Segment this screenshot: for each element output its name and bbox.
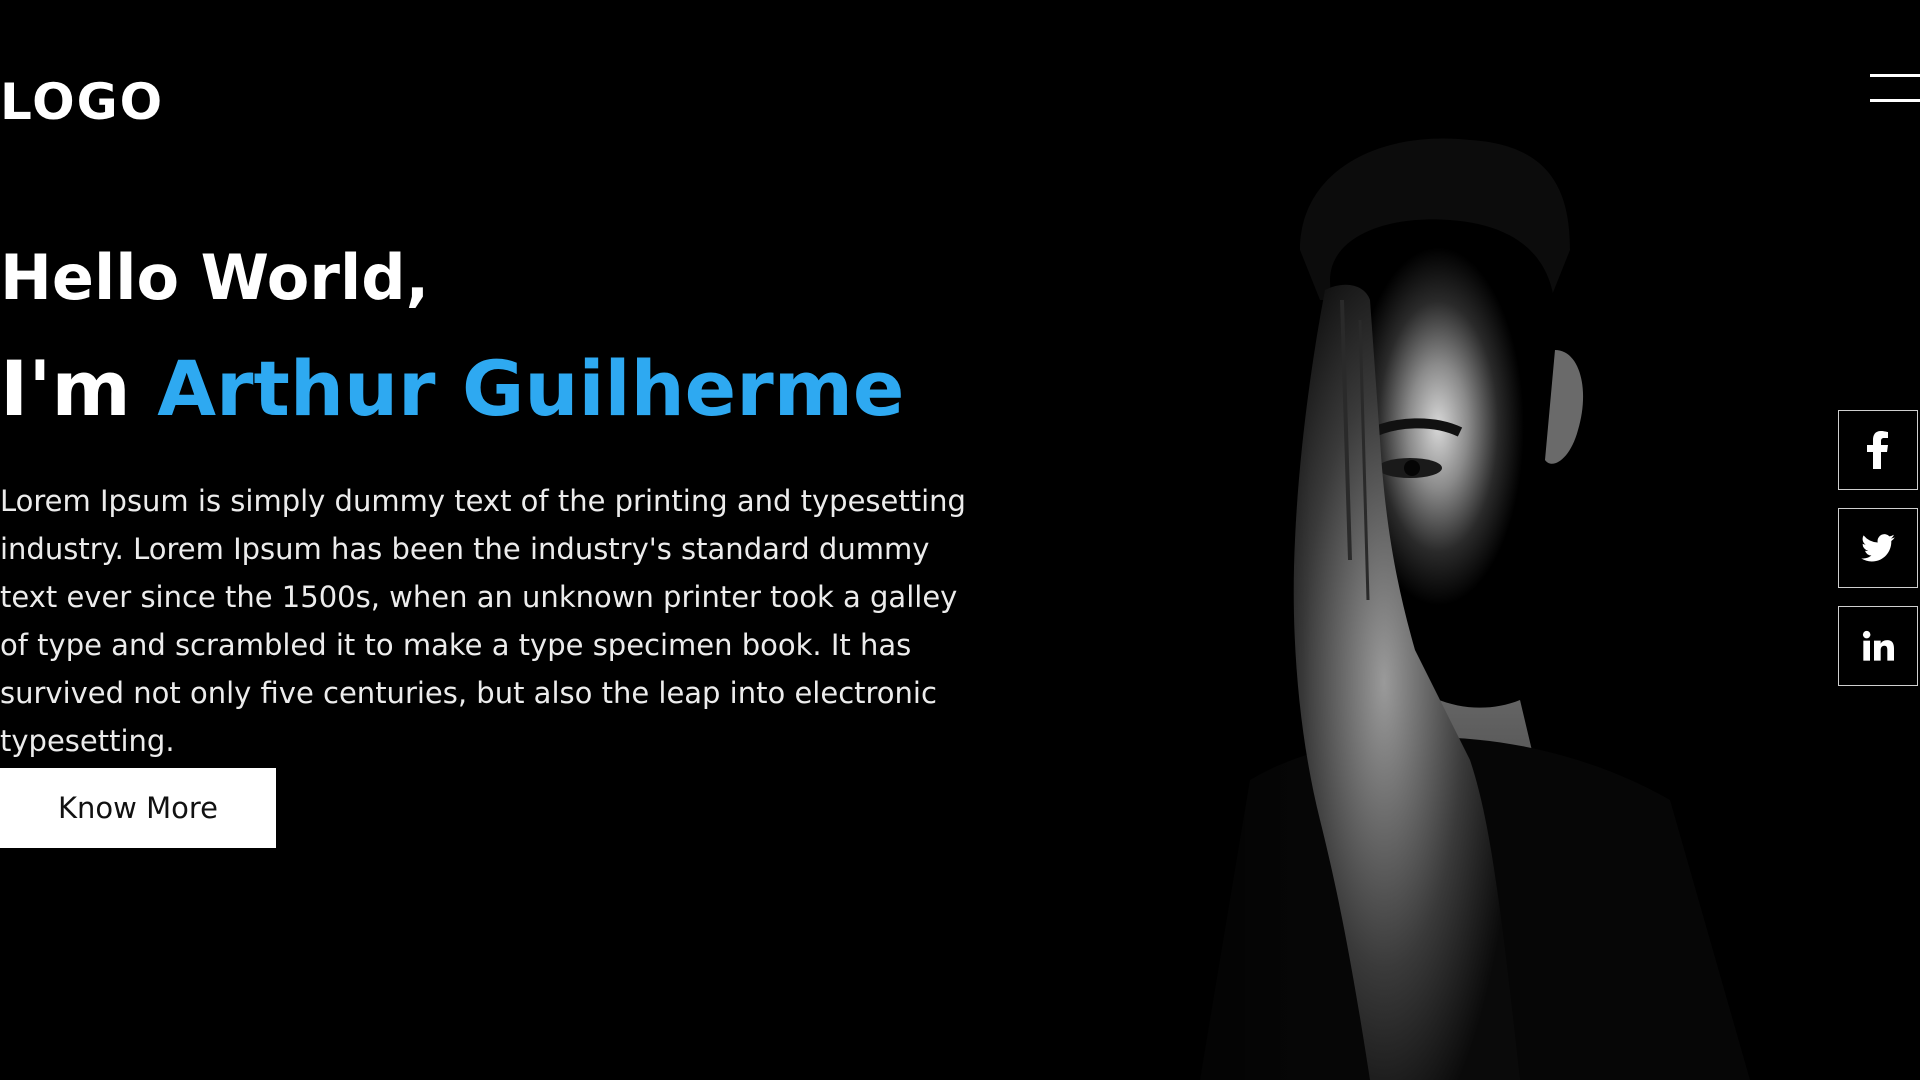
hamburger-menu-icon[interactable] (1870, 72, 1920, 104)
social-links (1838, 410, 1920, 704)
menu-line-top (1870, 74, 1920, 77)
menu-line-bottom (1870, 99, 1920, 102)
hero-name: Arthur Guilherme (157, 344, 905, 433)
facebook-link[interactable] (1838, 410, 1918, 490)
hero-section: LOGO Hello World, I'm Arthur Guilherme L… (0, 0, 1920, 1080)
twitter-icon (1861, 534, 1895, 562)
facebook-icon (1867, 431, 1888, 469)
portrait-image (1050, 0, 1920, 1080)
twitter-link[interactable] (1838, 508, 1918, 588)
hero-intro: I'm Arthur Guilherme (0, 344, 904, 434)
know-more-button[interactable]: Know More (0, 768, 276, 848)
hero-greeting: Hello World, (0, 241, 430, 314)
logo[interactable]: LOGO (0, 74, 164, 130)
linkedin-icon (1862, 630, 1894, 661)
intro-prefix: I'm (0, 344, 158, 433)
hero-description: Lorem Ipsum is simply dummy text of the … (0, 484, 966, 758)
linkedin-link[interactable] (1838, 606, 1918, 686)
